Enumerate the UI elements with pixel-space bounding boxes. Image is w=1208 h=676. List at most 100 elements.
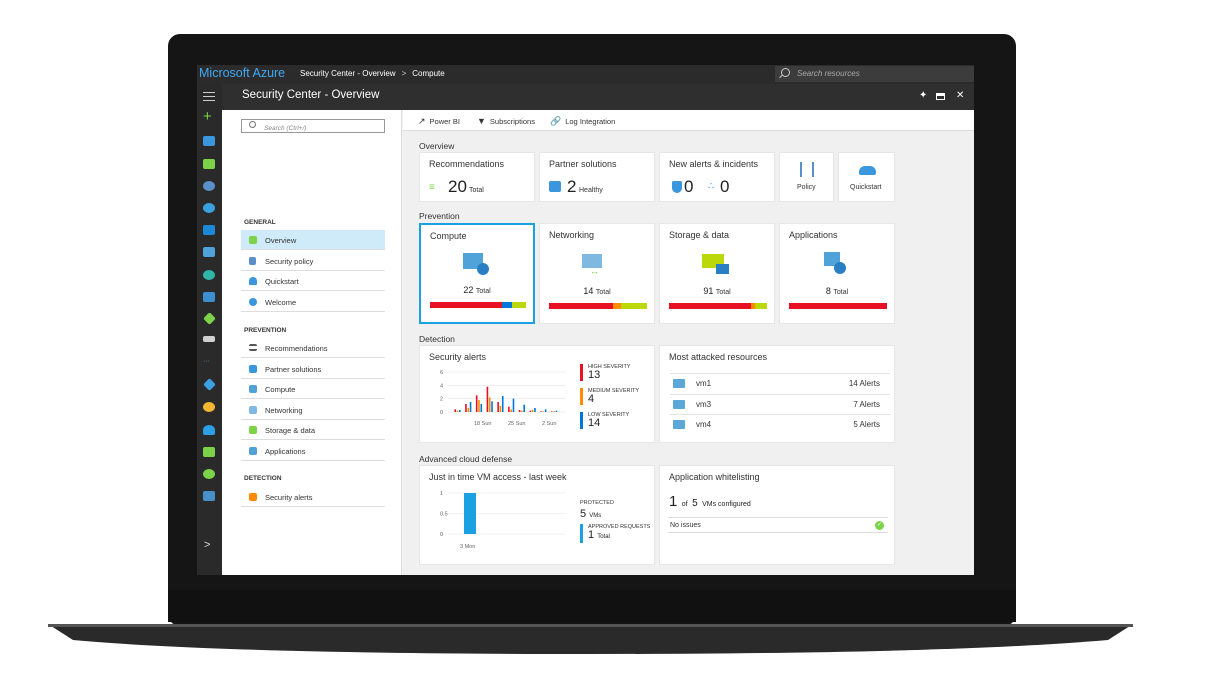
policy-tile[interactable]: Policy [779,152,834,202]
menu-item-label: Compute [265,385,296,394]
app-whitelisting-tile[interactable]: Application whitelisting 1 of 5 VMs conf… [659,465,895,565]
menu-item-applications[interactable]: Applications [241,441,385,461]
vm-icon [673,400,685,409]
welcome-icon [249,298,257,306]
breadcrumb-item-overview[interactable]: Security Center - Overview [300,69,396,78]
dashboard-icon[interactable] [203,136,215,146]
virtual-machines-icon[interactable] [203,247,215,257]
alerts-bar [480,404,483,412]
menu-item-label: Applications [265,447,306,456]
menu-section-prevention: PREVENTION [244,327,287,334]
recommendations-tile[interactable]: Recommendations ≡ 20 Total [419,152,535,202]
chevron-right-icon[interactable]: > [204,539,210,551]
security-alerts-tile[interactable]: Security alerts 6 4 2 0 18 Sun 25 Sun 2 Sun HI… [419,345,655,443]
breadcrumb-item-compute[interactable]: Compute [412,69,444,78]
cost-management-icon[interactable] [203,425,215,435]
marketplace-icon[interactable] [203,469,215,479]
pin-icon[interactable]: ✦ [919,90,927,101]
policy-label: Policy [797,184,816,191]
monitor-icon[interactable]: ··· [203,358,215,368]
tile-title: Partner solutions [549,159,617,169]
menu-item-label: Partner solutions [265,365,322,374]
security-center-icon[interactable] [203,402,215,412]
status-bar-segment [511,302,526,308]
log-integration-button[interactable]: 🔗 Log Integration [550,116,615,127]
section-title-advanced: Advanced cloud defense [419,454,513,464]
alerts-incidents-tile[interactable]: New alerts & incidents 0 ∴ 0 [659,152,775,202]
partner-unit: Healthy [579,187,603,194]
resource-name: vm1 [696,379,712,388]
check-circle-icon: ✓ [875,521,884,530]
load-balancers-icon[interactable] [203,270,215,280]
global-search[interactable]: Search resources [775,66,974,82]
menu-item-recommendations[interactable]: Recommendations [241,338,385,358]
menu-item-networking[interactable]: Networking [241,400,385,420]
menu-search-input[interactable]: Search (Ctrl+/) [241,119,385,133]
power-bi-button[interactable]: ↗ Power BI [418,116,460,127]
alerts-bar [534,408,536,412]
app-services-icon[interactable] [203,203,215,213]
menu-item-welcome[interactable]: Welcome [241,292,385,312]
new-resource-plus-icon[interactable]: + [203,109,212,124]
menu-item-label: Networking [265,406,303,415]
partner-solutions-tile[interactable]: Partner solutions 2 Healthy [539,152,655,202]
search-input[interactable]: Search resources [797,69,860,78]
jit-vm-access-tile[interactable]: Just in time VM access - last week 1 0.5 0… [419,465,655,565]
menu-item-label: Storage & data [265,426,316,435]
laptop-base [48,624,1133,654]
status-bar-segment [502,302,512,308]
close-icon[interactable]: ✕ [956,90,964,101]
menu-item-security-alerts[interactable]: Security alerts [241,487,385,507]
policy-icon [800,162,814,177]
user-icon[interactable] [203,491,215,501]
status-bar-segment [669,303,752,309]
quickstart-tile[interactable]: Quickstart [838,152,895,202]
alerts-bar [550,411,553,412]
attacked-resource-row[interactable]: vm1 14 Alerts [670,373,890,393]
all-resources-icon[interactable] [203,159,215,169]
y-tick-label: 6 [440,370,443,376]
networking-count: 14 [583,286,594,296]
storage-accounts-icon[interactable] [203,292,215,302]
menu-item-security-policy[interactable]: Security policy [241,251,385,271]
menu-item-partner-solutions[interactable]: Partner solutions [241,359,385,379]
quickstart-label: Quickstart [850,184,882,191]
advisor-icon[interactable] [203,378,216,391]
applications-tile[interactable]: Applications 8 Total [779,223,895,324]
maximize-icon[interactable] [936,93,945,100]
y-tick-label: 0 [440,532,443,538]
whitelist-summary: 1 of 5 VMs configured [669,493,751,511]
search-icon [781,68,790,77]
whitelist-configured-count: 1 [669,493,678,510]
active-directory-icon[interactable] [203,336,215,342]
alerts-bar [555,410,558,412]
resource-alerts: 7 Alerts [853,400,880,409]
alerts-bar [469,402,472,412]
jit-bar [464,493,476,534]
most-attacked-tile[interactable]: Most attacked resources vm1 14 Alerts vm… [659,345,895,443]
whitelist-status-row[interactable]: No issues ✓ [668,517,888,533]
storage-data-tile[interactable]: Storage & data 91 Total [659,223,775,324]
menu-item-compute[interactable]: Compute [241,379,385,399]
menu-item-storage-data[interactable]: Storage & data [241,420,385,440]
virtual-networks-icon[interactable] [203,312,216,325]
subscriptions-button[interactable]: ▼ Subscriptions [477,116,535,126]
attacked-resource-row[interactable]: vm4 5 Alerts [670,414,890,434]
resource-groups-icon[interactable] [203,181,215,191]
networking-tile[interactable]: Networking ↔ 14 Total [539,223,655,324]
hamburger-menu-icon[interactable] [203,92,215,101]
compute-tile[interactable]: Compute 22 Total [419,223,535,324]
partner-count: 2 [567,177,577,196]
resource-name: vm3 [696,400,712,409]
help-icon[interactable] [203,447,215,457]
section-title-prevention: Prevention [419,211,460,221]
status-bar-segment [549,303,613,309]
brand-logo[interactable]: Microsoft Azure [199,66,285,80]
security-alerts-chart: 6 4 2 0 18 Sun 25 Sun 2 Sun [440,370,566,427]
sql-databases-icon[interactable] [203,225,215,235]
policy-icon [249,257,256,265]
menu-item-quickstart[interactable]: Quickstart [241,271,385,291]
low-severity: LOW SEVERITY 14 [580,412,629,429]
attacked-resource-row[interactable]: vm3 7 Alerts [670,394,890,414]
menu-item-overview[interactable]: Overview [241,230,385,250]
